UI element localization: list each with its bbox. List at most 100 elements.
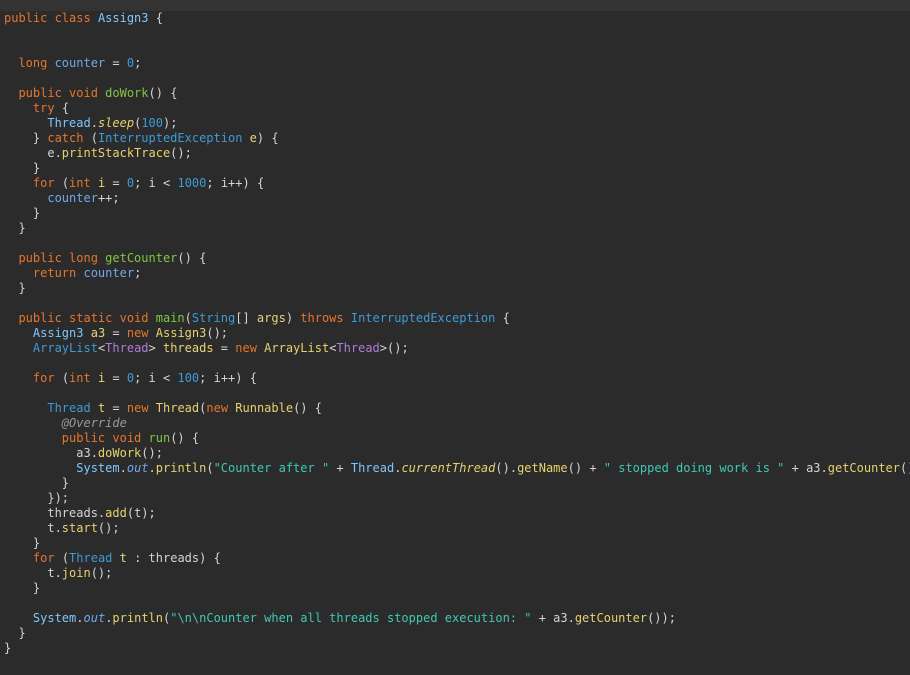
code-token: = (105, 326, 127, 340)
code-token: = (105, 401, 127, 415)
code-token: } (4, 641, 12, 655)
code-token: public (18, 251, 70, 265)
code-token: println (112, 611, 163, 625)
code-token: Runnable (235, 401, 294, 415)
code-token: class (54, 11, 98, 25)
code-area[interactable]: public class Assign3 { long counter = 0;… (4, 11, 910, 656)
code-token: > (148, 341, 163, 355)
code-token: getCounter (574, 611, 648, 625)
code-token: void (69, 86, 106, 100)
code-token: (); (170, 146, 192, 160)
code-token: ()); (647, 611, 676, 625)
code-token: Thread (47, 116, 91, 130)
code-token: int (69, 176, 98, 190)
code-token: ) { (256, 131, 279, 145)
code-line: public class Assign3 { (4, 11, 910, 26)
code-token: } (4, 161, 41, 175)
code-token: static (69, 311, 120, 325)
code-token: ArrayList (264, 341, 330, 355)
code-token: . (90, 116, 98, 130)
code-token: Assign3 (155, 326, 207, 340)
code-line: Assign3 a3 = new Assign3(); (4, 326, 910, 341)
code-token: add (105, 506, 127, 520)
code-token: Assign3 (32, 326, 84, 340)
code-token: Thread (350, 461, 395, 475)
code-token: a3 (90, 326, 106, 340)
code-line: Thread t = new Thread(new Runnable() { (4, 401, 910, 416)
code-line: t.join(); (4, 566, 910, 581)
code-editor[interactable]: public class Assign3 { long counter = 0;… (0, 0, 910, 675)
code-token: new (126, 326, 156, 340)
code-token: System (32, 611, 77, 625)
code-token: return (32, 266, 84, 280)
code-token: (); (206, 326, 229, 340)
code-token: ++; (97, 191, 120, 205)
code-token: getCounter (827, 461, 900, 475)
code-line: } (4, 161, 910, 176)
code-token: " stopped doing work is " (603, 461, 785, 475)
code-token: out (126, 461, 149, 475)
code-line: } catch (InterruptedException e) { (4, 131, 910, 146)
code-token: } (4, 626, 26, 640)
code-token: () { (170, 431, 200, 445)
code-line: @Override (4, 416, 910, 431)
code-token: } (4, 536, 41, 550)
code-token: counter (54, 56, 106, 70)
code-token: "Counter after " (213, 461, 330, 475)
code-line: System.out.println("Counter after " + Th… (4, 461, 910, 476)
code-token: = (105, 56, 127, 70)
code-token: ( (184, 311, 192, 325)
code-token: () { (148, 86, 178, 100)
code-token: . (76, 611, 84, 625)
code-token: public (18, 311, 70, 325)
code-token: start (61, 521, 98, 535)
code-token: main (155, 311, 185, 325)
code-line: public void doWork() { (4, 86, 910, 101)
code-token: [] (235, 311, 257, 325)
code-token: e. (4, 146, 62, 160)
code-token: ; i < (134, 176, 178, 190)
code-token: Thread (155, 401, 200, 415)
code-line: try { (4, 101, 910, 116)
code-token: : threads) { (126, 551, 221, 565)
code-token: Thread (336, 341, 380, 355)
code-token: long (69, 251, 106, 265)
code-line: for (Thread t : threads) { (4, 551, 910, 566)
code-token: ) (285, 311, 301, 325)
code-token: doWork (105, 86, 149, 100)
code-token: getCounter (105, 251, 178, 265)
code-token: t. (4, 521, 62, 535)
code-token: args (256, 311, 286, 325)
code-token: public (18, 86, 70, 100)
code-token: int (69, 371, 98, 385)
code-token: t. (4, 566, 62, 580)
code-token: { (54, 101, 70, 115)
code-token: (); (90, 566, 113, 580)
code-token: try (32, 101, 55, 115)
code-token: threads. (4, 506, 106, 520)
code-line: public void run() { (4, 431, 910, 446)
code-token: "\n\nCounter when all threads stopped ex… (170, 611, 532, 625)
code-token: join (61, 566, 91, 580)
code-line: for (int i = 0; i < 1000; i++) { (4, 176, 910, 191)
code-token: ( (54, 176, 70, 190)
code-line: threads.add(t); (4, 506, 910, 521)
code-line: long counter = 0; (4, 56, 910, 71)
code-line: e.printStackTrace(); (4, 146, 910, 161)
code-token: long (18, 56, 55, 70)
